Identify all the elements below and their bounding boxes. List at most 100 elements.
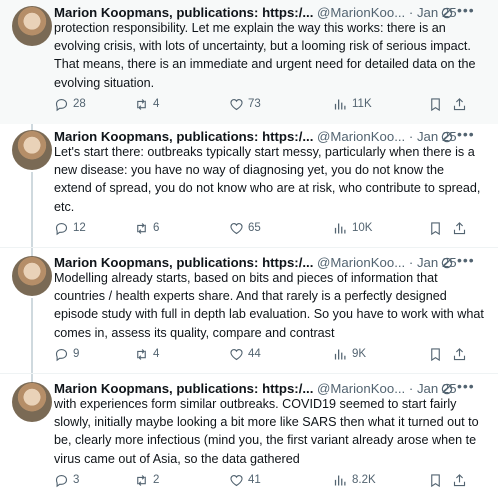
separator-dot: · [408, 129, 414, 144]
like-button[interactable]: 73 [229, 96, 261, 112]
reply-button[interactable]: 28 [54, 96, 86, 112]
like-count: 41 [248, 474, 261, 486]
share-icon [453, 97, 466, 110]
avatar[interactable] [12, 382, 52, 422]
tweet[interactable]: Marion Koopmans, publications: https:/..… [0, 376, 498, 500]
more-icon[interactable]: ••• [457, 2, 475, 18]
verified-icon [441, 257, 453, 269]
author-handle[interactable]: @MarionKoo... [317, 381, 405, 396]
tweet[interactable]: Marion Koopmans, publications: https:/..… [0, 0, 498, 124]
tweet[interactable]: Marion Koopmans, publications: https:/..… [0, 250, 498, 374]
bookmark-icon [431, 221, 440, 235]
share-icon [453, 347, 466, 360]
views-button[interactable]: 10K [333, 220, 372, 236]
reply-icon [55, 474, 68, 487]
retweet-icon [137, 98, 146, 110]
like-button[interactable]: 65 [229, 220, 261, 236]
views-icon [334, 349, 346, 359]
retweet-button[interactable]: 2 [134, 472, 159, 488]
reply-icon [55, 222, 68, 235]
separator-dot: · [408, 255, 414, 270]
retweet-count: 4 [153, 98, 160, 110]
tweet[interactable]: Marion Koopmans, publications: https:/..… [0, 124, 498, 248]
views-button[interactable]: 8.2K [333, 472, 376, 488]
more-icon[interactable]: ••• [457, 378, 475, 394]
bookmark-icon [431, 347, 440, 361]
reply-button[interactable]: 3 [54, 472, 79, 488]
retweet-icon [137, 222, 146, 234]
share-button[interactable] [452, 472, 467, 488]
tweet-actions: 3 2 41 8.2K [54, 472, 474, 488]
tweet-text: Let's start there: outbreaks typically s… [54, 145, 481, 214]
like-count: 73 [248, 98, 261, 110]
author-handle[interactable]: @MarionKoo... [317, 5, 405, 20]
more-icon[interactable]: ••• [457, 252, 475, 268]
separator-dot: · [408, 381, 414, 396]
share-button[interactable] [452, 346, 467, 362]
retweet-count: 6 [153, 222, 160, 234]
separator-dot: · [408, 5, 414, 20]
views-icon [334, 223, 346, 233]
reply-count: 12 [73, 222, 86, 234]
reply-count: 28 [73, 98, 86, 110]
author-name[interactable]: Marion Koopmans, publications: https:/..… [54, 381, 313, 396]
author-name[interactable]: Marion Koopmans, publications: https:/..… [54, 5, 313, 20]
view-count: 10K [352, 222, 373, 234]
author-name[interactable]: Marion Koopmans, publications: https:/..… [54, 129, 313, 144]
like-count: 44 [248, 348, 261, 360]
verified-icon [441, 7, 453, 19]
views-button[interactable]: 9K [333, 346, 366, 362]
bookmark-icon [431, 97, 440, 111]
views-button[interactable]: 11K [333, 96, 372, 112]
share-button[interactable] [452, 220, 467, 236]
author-name[interactable]: Marion Koopmans, publications: https:/..… [54, 255, 313, 270]
view-count: 11K [352, 98, 372, 110]
reply-button[interactable]: 12 [54, 220, 86, 236]
author-handle[interactable]: @MarionKoo... [317, 129, 405, 144]
reply-button[interactable]: 9 [54, 346, 79, 362]
share-icon [453, 221, 466, 234]
views-icon [334, 99, 346, 109]
retweet-button[interactable]: 6 [134, 220, 159, 236]
tweet-text: Modelling already starts, based on bits … [54, 271, 484, 340]
share-button[interactable] [452, 96, 467, 112]
bookmark-button[interactable] [428, 472, 443, 488]
reply-icon [55, 98, 68, 111]
like-icon [230, 348, 243, 360]
like-icon [230, 222, 243, 234]
like-count: 65 [248, 222, 261, 234]
verified-icon [441, 131, 453, 143]
author-handle[interactable]: @MarionKoo... [317, 255, 405, 270]
view-count: 8.2K [352, 474, 376, 486]
more-icon[interactable]: ••• [457, 126, 475, 142]
retweet-button[interactable]: 4 [134, 96, 159, 112]
reply-icon [55, 348, 68, 361]
views-icon [334, 475, 346, 485]
tweet-actions: 9 4 44 9K [54, 346, 474, 362]
tweet-text: protection responsibility. Let me explai… [54, 21, 476, 90]
like-button[interactable]: 41 [229, 472, 261, 488]
like-icon [230, 474, 243, 486]
view-count: 9K [352, 348, 367, 360]
share-icon [453, 473, 466, 486]
like-icon [230, 98, 243, 110]
retweet-count: 4 [153, 348, 160, 360]
reply-count: 3 [73, 474, 80, 486]
tweet-text: with experiences form similar outbreaks.… [54, 397, 479, 466]
bookmark-button[interactable] [428, 346, 443, 362]
retweet-button[interactable]: 4 [134, 346, 159, 362]
bookmark-button[interactable] [428, 220, 443, 236]
avatar[interactable] [12, 130, 52, 170]
reply-count: 9 [73, 348, 80, 360]
retweet-icon [137, 474, 146, 486]
bookmark-icon [431, 473, 440, 487]
retweet-icon [137, 348, 146, 360]
tweet-actions: 12 6 65 10K [54, 220, 474, 236]
tweet-actions: 28 4 73 11K [54, 96, 474, 112]
avatar[interactable] [12, 256, 52, 296]
avatar[interactable] [12, 6, 52, 46]
bookmark-button[interactable] [428, 96, 443, 112]
retweet-count: 2 [153, 474, 160, 486]
like-button[interactable]: 44 [229, 346, 261, 362]
verified-icon [441, 383, 453, 395]
